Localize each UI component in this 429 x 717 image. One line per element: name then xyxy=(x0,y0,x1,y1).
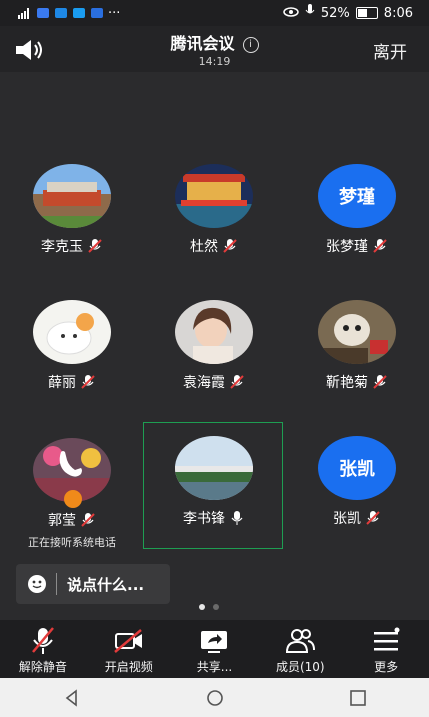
eye-icon xyxy=(283,6,299,21)
avatar xyxy=(175,300,253,364)
participant-name: 杜然 xyxy=(190,239,218,255)
status-bar: ··· 52% 8:06 xyxy=(0,0,429,26)
page-dot-active xyxy=(199,604,205,610)
participant-tile[interactable]: 薛丽 xyxy=(2,300,142,428)
chat-input[interactable]: 说点什么... xyxy=(16,564,170,604)
signal-icon xyxy=(18,7,32,19)
participant-tile[interactable]: 杜然 xyxy=(144,164,284,292)
participant-tile[interactable]: 袁海霞 xyxy=(144,300,284,428)
recents-icon[interactable] xyxy=(348,688,368,708)
home-icon[interactable] xyxy=(205,688,225,708)
avatar: 张凯 xyxy=(318,436,396,500)
muted-mic-icon xyxy=(31,627,54,654)
emoji-icon[interactable] xyxy=(28,575,46,593)
participant-tile[interactable]: 李克玉 xyxy=(2,164,142,292)
more-label: 更多 xyxy=(374,660,399,674)
more-button[interactable]: 更多 xyxy=(343,620,429,678)
unmute-label: 解除静音 xyxy=(18,660,67,674)
participant-tile[interactable]: 梦瑾 张梦瑾 xyxy=(287,164,427,292)
avatar xyxy=(175,436,253,500)
divider xyxy=(56,573,57,595)
clock: 8:06 xyxy=(383,5,413,21)
qq-icon xyxy=(72,7,86,19)
muted-mic-icon xyxy=(229,374,245,390)
participant-tile[interactable]: 郭莹 正在接听系统电话 xyxy=(2,438,142,566)
start-video-button[interactable]: 开启视频 xyxy=(86,620,172,678)
share-button[interactable]: 共享... xyxy=(172,620,258,678)
cloud-icon xyxy=(54,7,68,19)
participant-tile[interactable]: 靳艳菊 xyxy=(287,300,427,428)
system-nav-bar xyxy=(0,678,429,717)
battery-icon xyxy=(355,7,378,19)
meeting-title: 腾讯会议 xyxy=(170,34,235,53)
avatar xyxy=(175,164,253,228)
muted-mic-icon xyxy=(80,512,96,528)
share-screen-icon xyxy=(201,631,228,653)
app-icon xyxy=(90,7,104,19)
video-off-icon xyxy=(113,629,142,653)
muted-mic-icon xyxy=(372,374,388,390)
more-notifications-icon: ··· xyxy=(108,5,121,21)
meeting-header: 腾讯会议 i 14:19 离开 xyxy=(0,26,429,72)
participant-tile-active[interactable]: 李书锋 xyxy=(144,436,284,564)
share-label: 共享... xyxy=(196,660,233,674)
mic-icon xyxy=(229,510,245,526)
mic-status-icon xyxy=(305,4,315,22)
members-button[interactable]: 成员(10) xyxy=(257,620,343,678)
avatar xyxy=(318,300,396,364)
participant-tile[interactable]: 张凯 张凯 xyxy=(287,436,427,564)
avatar xyxy=(33,164,111,228)
chat-placeholder: 说点什么... xyxy=(67,575,145,594)
participant-name: 袁海霞 xyxy=(183,375,225,391)
members-label: 成员(10) xyxy=(275,660,325,674)
info-icon[interactable]: i xyxy=(242,37,259,53)
muted-mic-icon xyxy=(80,374,96,390)
leave-button[interactable]: 离开 xyxy=(373,38,407,63)
participant-name: 薛丽 xyxy=(48,375,76,391)
back-icon[interactable] xyxy=(62,688,82,708)
muted-mic-icon xyxy=(372,238,388,254)
participant-name: 靳艳菊 xyxy=(326,375,368,391)
page-dot xyxy=(213,604,219,610)
avatar: 梦瑾 xyxy=(318,164,396,228)
participant-name: 张梦瑾 xyxy=(326,239,368,255)
participant-name: 张凯 xyxy=(333,511,361,527)
participant-name: 李克玉 xyxy=(41,239,83,255)
avatar xyxy=(33,300,111,364)
phone-call-status-icon xyxy=(64,490,82,508)
muted-mic-icon xyxy=(365,510,381,526)
unmute-button[interactable]: 解除静音 xyxy=(0,620,86,678)
muted-mic-icon xyxy=(222,238,238,254)
call-status-text: 正在接听系统电话 xyxy=(28,536,116,549)
meeting-toolbar: 解除静音 开启视频 共享... 成员(10) 更多 xyxy=(0,620,429,678)
battery-percent: 52% xyxy=(320,5,350,21)
meeting-timer: 14:19 xyxy=(198,55,231,68)
muted-mic-icon xyxy=(87,238,103,254)
app-notification-icon xyxy=(36,7,50,19)
start-video-label: 开启视频 xyxy=(104,660,153,674)
members-icon xyxy=(286,629,316,653)
participant-name: 李书锋 xyxy=(183,511,225,527)
menu-icon xyxy=(374,627,400,651)
participant-name: 郭莹 xyxy=(48,513,76,529)
page-indicator xyxy=(199,604,219,610)
